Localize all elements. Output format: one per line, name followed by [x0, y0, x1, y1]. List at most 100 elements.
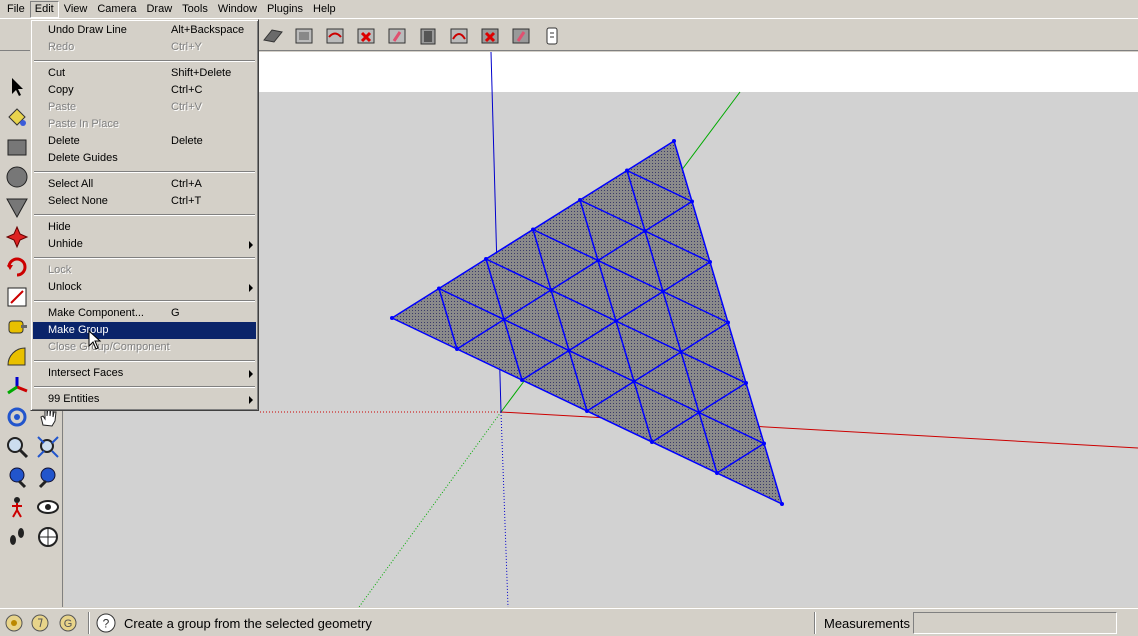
- offset-icon[interactable]: [2, 282, 31, 312]
- mesh-vertex: [614, 319, 618, 323]
- menu-copy[interactable]: Copy Ctrl+C: [33, 82, 256, 99]
- menu-unhide[interactable]: Unhide: [33, 236, 256, 253]
- menu-cut[interactable]: Cut Shift+Delete: [33, 65, 256, 82]
- back-edge-icon[interactable]: [320, 23, 349, 49]
- look-around-icon[interactable]: [33, 492, 62, 522]
- position-camera-icon[interactable]: [33, 522, 62, 552]
- measurements-input[interactable]: [913, 612, 1117, 634]
- polygon-icon[interactable]: [2, 192, 31, 222]
- menu-separator: [33, 56, 256, 65]
- mesh-vertex: [650, 440, 654, 444]
- iso-view-icon[interactable]: [413, 23, 442, 49]
- select-red-icon-2[interactable]: [475, 23, 504, 49]
- mesh-vertex: [567, 348, 571, 353]
- mesh-vertex: [708, 260, 712, 264]
- rotate-icon[interactable]: [2, 252, 31, 282]
- menu-make-group[interactable]: Make Group: [33, 322, 256, 339]
- menu-make-component[interactable]: Make Component... G: [33, 305, 256, 322]
- menu-select-none[interactable]: Select None Ctrl+T: [33, 193, 256, 210]
- protractor-icon[interactable]: [2, 342, 31, 372]
- mesh-vertex: [762, 441, 766, 446]
- menu-file[interactable]: File: [2, 1, 30, 18]
- mesh-vertex: [502, 317, 506, 322]
- menu-entities[interactable]: 99 Entities: [33, 391, 256, 408]
- mesh-vertex: [661, 289, 665, 294]
- measurements-label: Measurements: [824, 616, 910, 631]
- menu-separator: [33, 382, 256, 391]
- mesh-vertex: [726, 320, 730, 325]
- mesh-vertex: [625, 168, 629, 173]
- menu-view[interactable]: View: [59, 1, 93, 18]
- svg-text:G: G: [64, 618, 73, 630]
- svg-text:?: ?: [103, 617, 110, 631]
- menu-delete[interactable]: Delete Delete: [33, 133, 256, 150]
- curve-view-icon[interactable]: [444, 23, 473, 49]
- menu-separator: [33, 167, 256, 176]
- mesh-vertex: [679, 350, 683, 354]
- mesh-vertex: [697, 410, 701, 415]
- menu-close-group-component[interactable]: Close Group/Component: [33, 339, 256, 356]
- mesh-vertex: [780, 502, 784, 506]
- zoom-icon[interactable]: [2, 432, 31, 462]
- push-pull-icon[interactable]: [2, 222, 31, 252]
- menu-undo-draw-line[interactable]: Undo Draw Line Alt+Backspace: [33, 22, 256, 39]
- menu-separator: [33, 253, 256, 262]
- google-sign-in-icon[interactable]: G: [58, 613, 78, 633]
- menu-help[interactable]: Help: [308, 1, 341, 18]
- section-icon[interactable]: [258, 23, 287, 49]
- walk-icon[interactable]: [2, 492, 31, 522]
- mesh-vertex: [744, 381, 748, 385]
- orbit-icon[interactable]: [2, 402, 31, 432]
- menu-window[interactable]: Window: [213, 1, 262, 18]
- menu-paste[interactable]: Paste Ctrl+V: [33, 99, 256, 116]
- menu-bar: File Edit View Camera Draw Tools Window …: [0, 0, 1138, 19]
- paint-red-icon-2[interactable]: [506, 23, 535, 49]
- submenu-arrow-icon: [249, 284, 253, 292]
- zoom-window-icon[interactable]: [33, 432, 62, 462]
- geo-location-icon[interactable]: [4, 613, 24, 633]
- menu-camera[interactable]: Camera: [92, 1, 141, 18]
- front-view-icon[interactable]: [289, 23, 318, 49]
- submenu-arrow-icon: [249, 241, 253, 249]
- axes-icon[interactable]: [2, 372, 31, 402]
- menu-plugins[interactable]: Plugins: [262, 1, 308, 18]
- rectangle-icon[interactable]: [2, 132, 31, 162]
- menu-hide[interactable]: Hide: [33, 219, 256, 236]
- circle-icon[interactable]: [2, 162, 31, 192]
- mesh-vertex: [484, 257, 488, 261]
- mesh-vertex: [531, 227, 535, 232]
- mesh-vertex: [390, 316, 394, 320]
- mesh-vertex: [643, 229, 647, 233]
- edit-menu-dropdown: Undo Draw Line Alt+Backspace Redo Ctrl+Y C…: [30, 19, 259, 411]
- select-arrow-icon[interactable]: [2, 72, 31, 102]
- status-bar: G ? Create a group from the selected geo…: [0, 608, 1138, 636]
- help-icon[interactable]: ?: [96, 613, 116, 633]
- submenu-arrow-icon: [249, 370, 253, 378]
- menu-intersect-faces[interactable]: Intersect Faces: [33, 365, 256, 382]
- paint-red-icon[interactable]: [382, 23, 411, 49]
- mouse-cursor-icon: [88, 330, 102, 350]
- previous-view-icon[interactable]: [2, 462, 31, 492]
- select-red-icon[interactable]: [351, 23, 380, 49]
- menu-edit[interactable]: Edit: [29, 0, 59, 18]
- status-divider: [88, 612, 90, 634]
- menu-paste-in-place[interactable]: Paste In Place: [33, 116, 256, 133]
- menu-tools[interactable]: Tools: [177, 1, 213, 18]
- mesh-vertex: [690, 199, 694, 204]
- menu-unlock[interactable]: Unlock: [33, 279, 256, 296]
- menu-delete-guides[interactable]: Delete Guides: [33, 150, 256, 167]
- sketchup-window: File Edit View Camera Draw Tools Window …: [0, 0, 1138, 636]
- menu-redo[interactable]: Redo Ctrl+Y: [33, 39, 256, 56]
- credits-icon[interactable]: [30, 613, 50, 633]
- tape-measure-icon[interactable]: [2, 312, 31, 342]
- paint-bucket-icon[interactable]: [2, 102, 31, 132]
- next-view-icon[interactable]: [33, 462, 62, 492]
- menu-lock[interactable]: Lock: [33, 262, 256, 279]
- mesh-vertex: [455, 347, 459, 351]
- menu-draw[interactable]: Draw: [141, 1, 177, 18]
- footprints-icon[interactable]: [2, 522, 31, 552]
- menu-select-all[interactable]: Select All Ctrl+A: [33, 176, 256, 193]
- mesh-vertex: [585, 409, 589, 413]
- scroll-icon[interactable]: [537, 23, 566, 49]
- mesh-vertex: [437, 286, 441, 291]
